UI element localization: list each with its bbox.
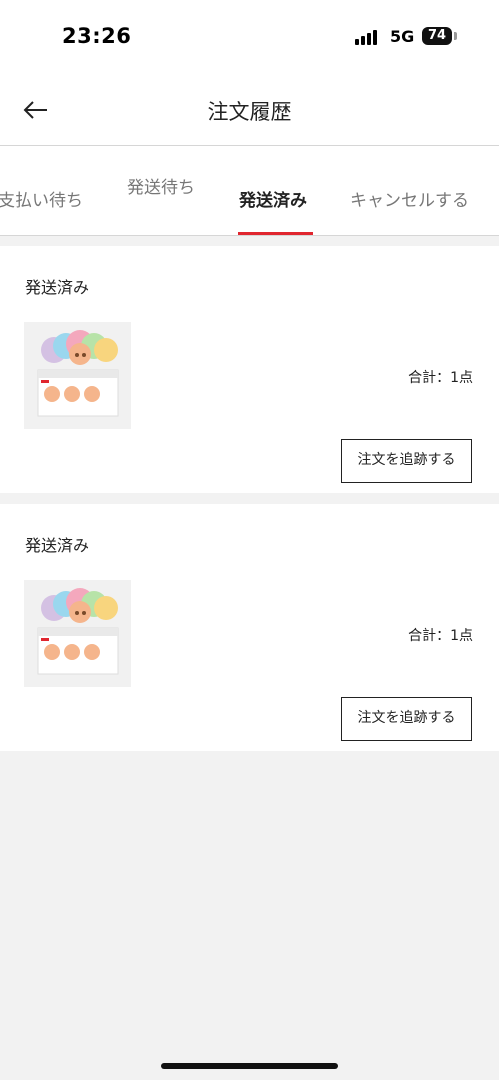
product-image[interactable] <box>24 322 131 429</box>
status-time: 23:26 <box>62 24 132 48</box>
product-image[interactable] <box>24 580 131 687</box>
battery-tip <box>454 32 457 40</box>
order-total: 合計：1点 <box>408 370 473 386</box>
battery-icon: 74 <box>422 27 452 45</box>
tab-shipped[interactable]: 発送済み <box>239 186 307 211</box>
order-card: 発送済み 合計：1点 注文を追跡する <box>0 246 499 493</box>
order-status: 発送済み <box>25 278 90 297</box>
order-status: 発送済み <box>25 536 90 555</box>
tab-awaiting-shipment[interactable]: 発送待ち <box>127 173 195 198</box>
page-title: 注文履歴 <box>207 100 292 124</box>
tab-cancel[interactable]: キャンセルする <box>350 186 469 211</box>
network-label: 5G <box>390 27 415 46</box>
track-order-button[interactable]: 注文を追跡する <box>341 697 472 741</box>
tab-awaiting-payment[interactable]: 支払い待ち <box>0 186 83 211</box>
tabs-divider <box>0 235 499 236</box>
order-total: 合計：1点 <box>408 628 473 644</box>
header-divider <box>0 145 499 146</box>
signal-icon <box>355 29 381 45</box>
home-indicator[interactable] <box>161 1063 338 1069</box>
top-area: 23:26 5G 74 注文履歴 支払い待ち 発送待ち 発送済み キャンセルする <box>0 0 499 236</box>
order-card: 発送済み 合計：1点 注文を追跡する <box>0 504 499 751</box>
track-order-button[interactable]: 注文を追跡する <box>341 439 472 483</box>
